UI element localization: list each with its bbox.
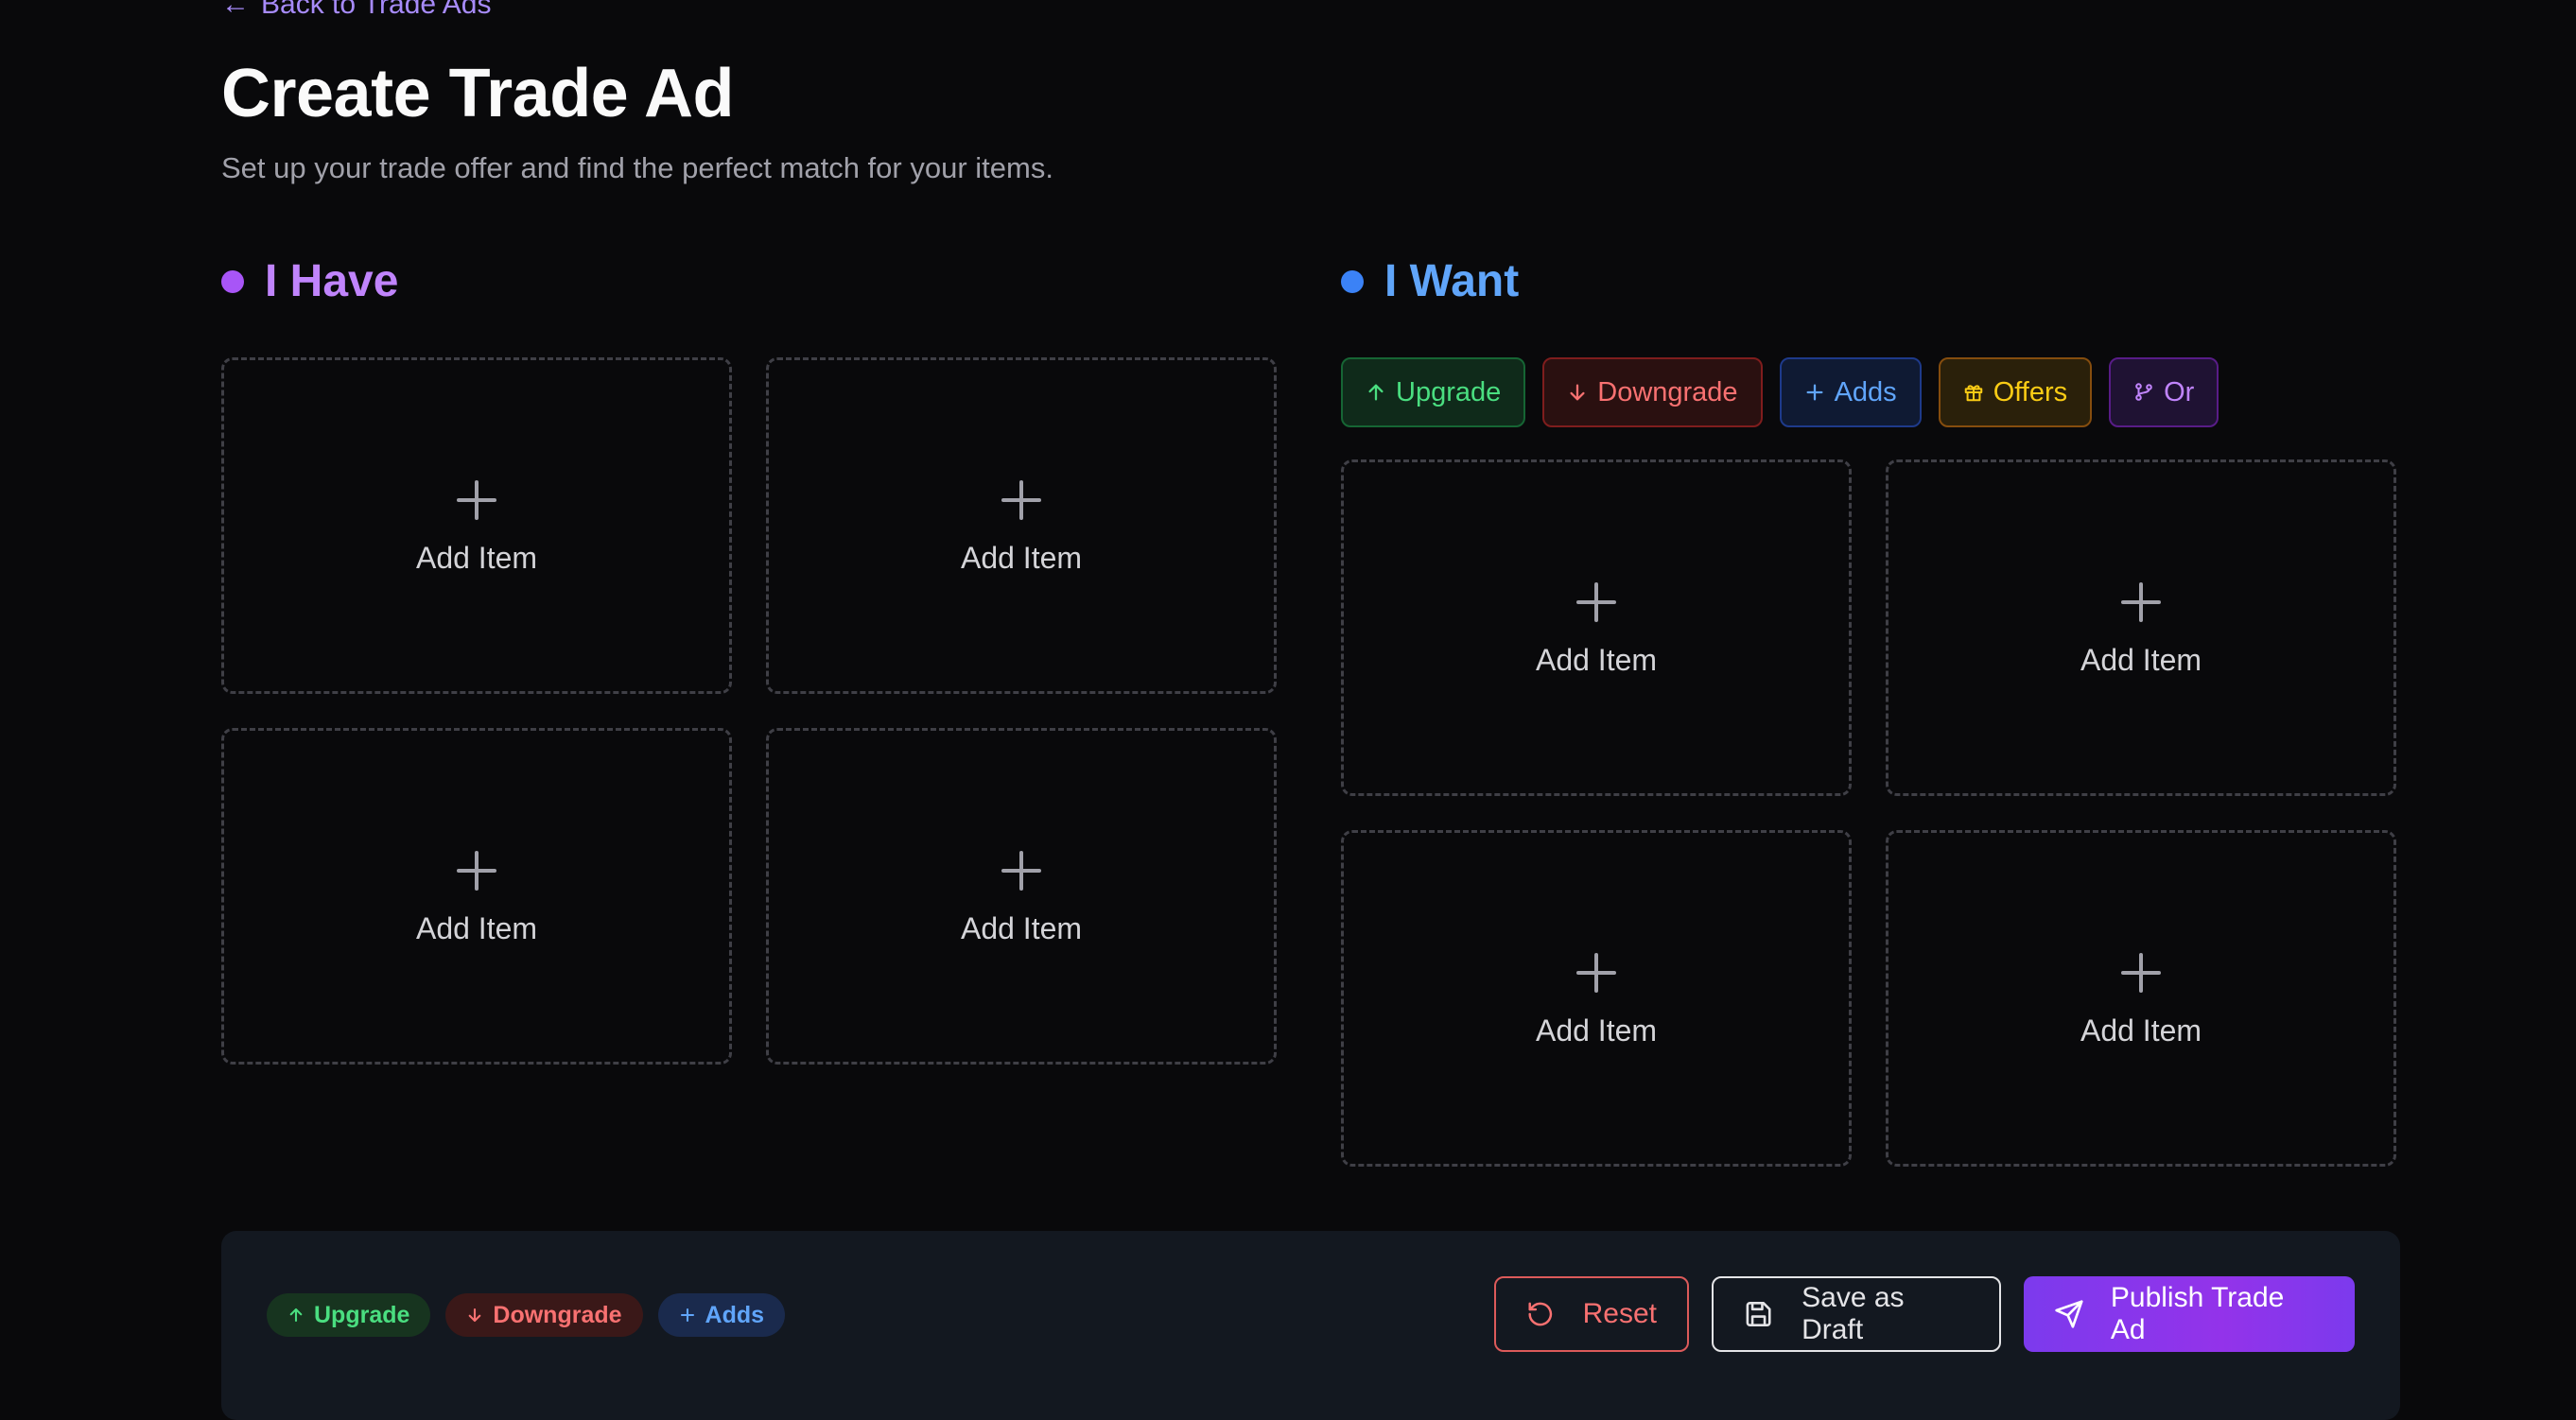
i-have-heading: I Have — [221, 255, 398, 307]
reset-icon — [1528, 1302, 1553, 1326]
tag-or-button[interactable]: Or — [2109, 357, 2219, 427]
tag-label: Upgrade — [1396, 376, 1502, 407]
i-have-label: I Have — [265, 256, 399, 306]
add-item-label: Add Item — [1535, 642, 1658, 677]
i-want-heading: I Want — [1341, 255, 1519, 307]
save-draft-label: Save as Draft — [1801, 1282, 1905, 1345]
send-icon — [2055, 1300, 2083, 1328]
gift-icon — [1964, 385, 1982, 402]
add-item-label: Add Item — [415, 910, 538, 945]
tag-label: Or — [2164, 376, 2195, 407]
selected-tag-label: Upgrade — [314, 1301, 410, 1328]
selected-tags: Upgrade Downgrade Adds — [267, 1293, 786, 1337]
publish-label: Publish Trade Ad — [2110, 1282, 2285, 1345]
tag-adds-button[interactable]: Adds — [1779, 357, 1922, 427]
selected-tag-label: Downgrade — [493, 1301, 622, 1328]
want-add-item-slot[interactable]: Add Item — [1341, 459, 1852, 796]
add-item-label: Add Item — [2080, 1013, 2202, 1048]
bottom-action-bar: Upgrade Downgrade Adds Reset Save as Dra… — [221, 1231, 2400, 1420]
add-item-label: Add Item — [1535, 1013, 1658, 1048]
tag-offers-button[interactable]: Offers — [1938, 357, 2093, 427]
have-add-item-slot[interactable]: Add Item — [766, 728, 1277, 1065]
plus-icon — [680, 1307, 694, 1323]
page-subtitle: Set up your trade offer and find the per… — [221, 151, 1053, 184]
want-tag-row: Upgrade Downgrade Adds Offers Or — [1341, 357, 2219, 427]
arrow-left-icon: ← — [221, 0, 250, 20]
action-buttons: Reset Save as Draft Publish Trade Ad — [1494, 1276, 2355, 1352]
publish-trade-ad-button[interactable]: Publish Trade Ad — [2024, 1276, 2355, 1352]
plus-icon — [453, 847, 500, 894]
branch-icon — [2135, 383, 2152, 401]
plus-icon — [998, 847, 1045, 894]
have-dot-icon — [221, 269, 244, 293]
tag-downgrade-button[interactable]: Downgrade — [1542, 357, 1763, 427]
arrow-down-icon — [469, 1307, 481, 1323]
reset-button[interactable]: Reset — [1494, 1276, 1689, 1352]
plus-icon — [453, 476, 500, 524]
add-item-label: Add Item — [415, 540, 538, 575]
arrow-up-icon — [289, 1307, 303, 1323]
want-add-item-slot[interactable]: Add Item — [1341, 830, 1852, 1167]
i-want-label: I Want — [1384, 256, 1520, 306]
back-to-trade-ads-link[interactable]: ← Back to Trade Ads — [221, 0, 491, 21]
want-add-item-slot[interactable]: Add Item — [1886, 830, 2396, 1167]
have-add-item-slot[interactable]: Add Item — [766, 357, 1277, 694]
add-item-label: Add Item — [960, 540, 1083, 575]
tag-upgrade-button[interactable]: Upgrade — [1341, 357, 1526, 427]
selected-tag-adds: Adds — [657, 1293, 786, 1337]
have-add-item-slot[interactable]: Add Item — [221, 728, 732, 1065]
tag-label: Adds — [1834, 376, 1897, 407]
plus-icon — [2117, 949, 2165, 996]
plus-icon — [1806, 384, 1823, 401]
reset-label: Reset — [1582, 1298, 1657, 1329]
plus-icon — [1573, 949, 1620, 996]
save-draft-button[interactable]: Save as Draft — [1712, 1276, 2001, 1352]
save-icon — [1746, 1302, 1771, 1326]
selected-tag-label: Adds — [705, 1301, 765, 1328]
want-dot-icon — [1341, 269, 1364, 293]
plus-icon — [2117, 579, 2165, 626]
page-title: Create Trade Ad — [221, 56, 735, 131]
back-link-label: Back to Trade Ads — [261, 0, 492, 20]
have-add-item-slot[interactable]: Add Item — [221, 357, 732, 694]
plus-icon — [998, 476, 1045, 524]
add-item-label: Add Item — [2080, 642, 2202, 677]
plus-icon — [1573, 579, 1620, 626]
tag-label: Offers — [1993, 376, 2068, 407]
add-item-label: Add Item — [960, 910, 1083, 945]
selected-tag-upgrade: Upgrade — [267, 1293, 431, 1337]
selected-tag-downgrade: Downgrade — [445, 1293, 643, 1337]
arrow-down-icon — [1570, 384, 1585, 401]
want-add-item-slot[interactable]: Add Item — [1886, 459, 2396, 796]
arrow-up-icon — [1368, 384, 1384, 401]
tag-label: Downgrade — [1597, 376, 1738, 407]
